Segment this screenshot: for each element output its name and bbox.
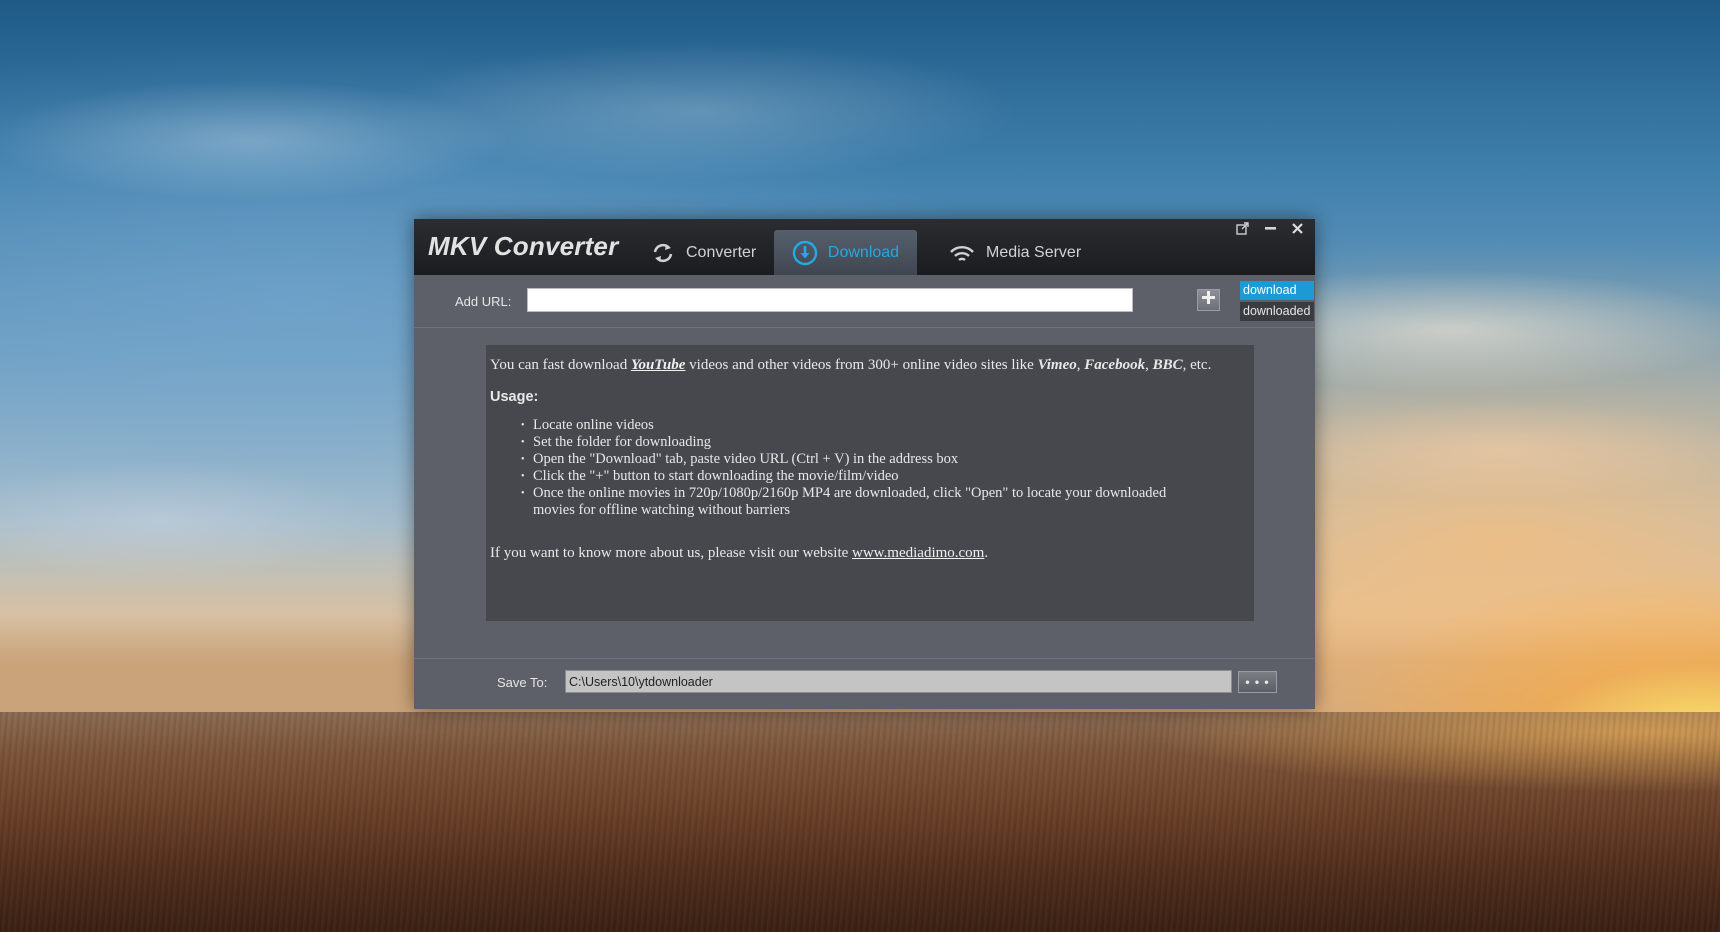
intro-suffix: , etc. bbox=[1182, 357, 1212, 373]
url-input[interactable] bbox=[527, 288, 1133, 312]
desktop-wallpaper: MKV Converter Converter Download Media S… bbox=[0, 0, 1720, 932]
site-facebook: Facebook bbox=[1084, 357, 1146, 373]
usage-item: Click the "+" button to start downloadin… bbox=[521, 468, 1250, 485]
intro-middle: videos and other videos from 300+ online… bbox=[685, 357, 1038, 373]
refresh-icon bbox=[650, 242, 676, 264]
footer-suffix: . bbox=[984, 545, 989, 561]
download-circle-icon bbox=[792, 240, 818, 266]
save-to-label: Save To: bbox=[497, 675, 548, 690]
website-link[interactable]: www.mediadimo.com bbox=[852, 545, 984, 561]
tab-media-server-label: Media Server bbox=[986, 243, 1082, 261]
browse-button[interactable]: • • • bbox=[1238, 671, 1277, 693]
app-window: MKV Converter Converter Download Media S… bbox=[414, 219, 1315, 709]
close-button[interactable] bbox=[1287, 222, 1307, 240]
usage-list: Locate online videos Set the folder for … bbox=[490, 417, 1250, 519]
usage-item: Open the "Download" tab, paste video URL… bbox=[521, 451, 1250, 468]
footer-prefix: If you want to know more about us, pleas… bbox=[490, 545, 853, 561]
minimize-icon bbox=[1264, 222, 1277, 240]
popout-icon bbox=[1235, 222, 1249, 240]
footer-text: If you want to know more about us, pleas… bbox=[490, 543, 1250, 563]
close-icon bbox=[1291, 222, 1304, 240]
usage-item: Set the folder for downloading bbox=[521, 434, 1250, 451]
usage-heading: Usage: bbox=[490, 389, 539, 405]
site-bbc: BBC bbox=[1152, 357, 1183, 373]
wifi-icon bbox=[948, 242, 976, 264]
save-path-input[interactable] bbox=[565, 670, 1232, 693]
url-row: Add URL: bbox=[414, 275, 1315, 328]
tab-media-server[interactable]: Media Server bbox=[936, 230, 1093, 275]
side-tab-download[interactable]: download bbox=[1240, 281, 1314, 300]
separator: , bbox=[1145, 357, 1153, 373]
site-vimeo: Vimeo bbox=[1037, 357, 1077, 373]
title-bar: MKV Converter Converter Download Media S… bbox=[414, 219, 1315, 275]
popout-button[interactable] bbox=[1232, 222, 1252, 240]
info-panel: You can fast download YouTube videos and… bbox=[486, 345, 1254, 621]
side-tab-downloaded[interactable]: downloaded bbox=[1240, 302, 1314, 321]
save-row: Save To: • • • bbox=[414, 658, 1315, 710]
add-url-button[interactable] bbox=[1197, 289, 1220, 311]
tab-converter[interactable]: Converter bbox=[638, 230, 768, 275]
usage-item: Locate online videos bbox=[521, 417, 1250, 434]
tab-converter-label: Converter bbox=[686, 243, 757, 261]
wallpaper-field-texture bbox=[0, 712, 1720, 932]
plus-icon bbox=[1201, 290, 1216, 310]
youtube-link[interactable]: YouTube bbox=[631, 357, 685, 373]
tab-download-label: Download bbox=[827, 243, 900, 261]
add-url-label: Add URL: bbox=[455, 294, 512, 309]
app-title: MKV Converter bbox=[428, 231, 619, 261]
intro-text: You can fast download YouTube videos and… bbox=[490, 355, 1250, 375]
minimize-button[interactable] bbox=[1260, 222, 1280, 240]
intro-prefix: You can fast download bbox=[490, 357, 631, 373]
tab-download[interactable]: Download bbox=[774, 230, 917, 275]
usage-item: Once the online movies in 720p/1080p/216… bbox=[521, 485, 1250, 519]
download-side-tabs: download downloaded bbox=[1240, 281, 1314, 323]
